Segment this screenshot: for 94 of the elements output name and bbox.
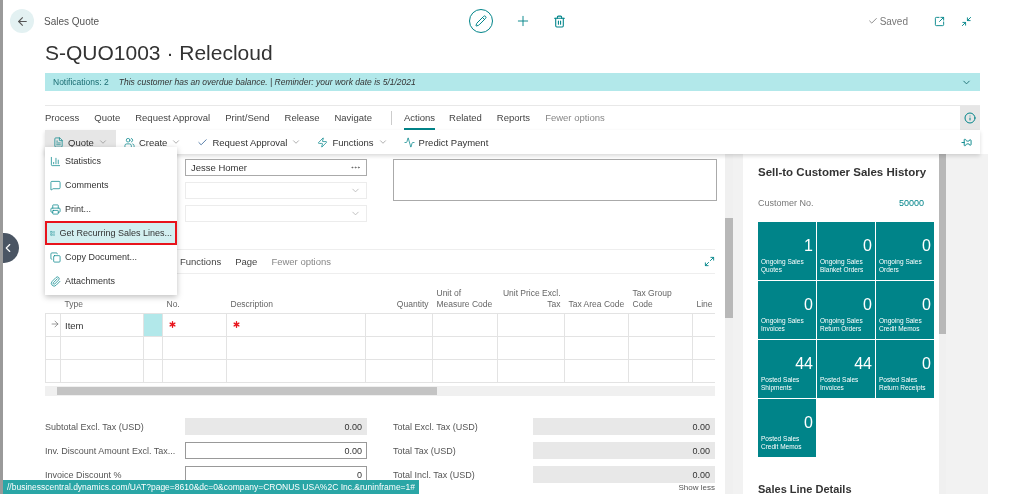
saved-status: Saved [867,15,908,27]
menu-item[interactable]: Print... [45,197,177,221]
customer-no-link[interactable]: 50000 [898,198,924,208]
lines-tab[interactable]: Page [235,256,258,268]
menu-item[interactable]: Comments [45,173,177,197]
document-icon [53,136,64,148]
table-cell [432,314,498,337]
menu-item[interactable]: Attachments [45,269,177,293]
delete-icon[interactable] [552,14,566,28]
action-tab[interactable]: Print/Send [225,106,279,130]
back-button[interactable] [10,9,34,33]
page-title: S-QUO1003 · Relecloud [45,40,274,66]
required-asterisk-icon [231,319,242,330]
input-field[interactable]: Jesse Homer [185,159,367,176]
total-label: Total Excl. Tax (USD) [393,421,479,432]
table-cell [45,360,61,383]
arrow-left-icon [15,14,29,28]
caret-icon [377,137,388,147]
checkmark-icon [197,136,209,148]
total-label: Subtotal Excl. Tax (USD) [45,421,145,432]
action-tab[interactable]: Related [449,106,491,130]
total-label: Total Incl. Tax (USD) [393,469,476,480]
pencil-icon [474,15,487,27]
lines-tab[interactable]: Functions [180,256,222,268]
breadcrumb: Sales Quote [44,15,100,27]
status-url: //businesscentral.dynamics.com/UAT?page=8610&dc=0&company=CRONUS USA%2C Inc.&runinframe=1# [3,480,420,494]
input-field[interactable] [185,182,367,199]
notification-bar[interactable]: Notifications: 2 This customer has an overdue balance. | Reminder: your work date is 5/1/2021 [45,73,980,91]
fewer-options-link[interactable]: Fewer options [545,106,614,130]
section-title: Sales Line Details [758,483,853,494]
caret-icon [291,137,302,147]
total-label: Total Tax (USD) [393,445,457,456]
action-button[interactable]: Predict Payment [395,130,497,154]
caret-icon [171,137,182,147]
action-button[interactable]: Functions [309,130,396,154]
caret-icon [97,137,108,147]
printer-icon [50,203,61,215]
action-tab[interactable]: Quote [94,106,130,130]
column-header[interactable]: Quantity [369,299,429,311]
info-icon [964,112,976,124]
total-value: 0.00 [533,418,715,435]
fewer-options-link[interactable]: Fewer options [271,256,332,268]
column-header[interactable]: Tax Group Code [632,288,689,311]
people-icon [123,136,135,148]
chart-icon [403,136,415,148]
column-header[interactable]: Line [696,299,715,311]
input-field[interactable] [185,205,367,222]
action-tab[interactable]: Navigate [334,106,381,130]
vertical-scrollbar[interactable] [725,154,733,494]
text-area[interactable] [393,159,717,201]
show-less-link[interactable]: Show less [678,483,715,492]
copy-icon [50,251,61,263]
action-button[interactable]: Request Approval [189,130,310,154]
table-cell [628,314,693,337]
action-tab[interactable]: Release [284,106,329,130]
action-tab[interactable]: Reports [496,106,540,130]
action-tab[interactable]: Request Approval [135,106,220,130]
table-cell [497,314,565,337]
total-label: Inv. Discount Amount Excl. Tax... [45,445,177,456]
arrow-right-icon [50,319,60,330]
speech-bubble-icon [50,179,61,191]
input-field[interactable]: 0.00 [185,442,367,459]
column-header[interactable]: Tax Area Code [568,299,625,311]
table-cell [564,314,629,337]
column-header[interactable]: No. [166,299,223,311]
lightning-icon [317,136,329,148]
menu-item[interactable]: Statistics [45,149,177,173]
column-header[interactable]: Type [64,299,140,311]
expand-icon[interactable] [704,256,715,268]
total-value: 0.00 [533,442,715,459]
open-new-window-icon[interactable] [934,15,945,27]
collapse-icon[interactable] [961,15,972,27]
pin-icon[interactable] [961,136,972,148]
menu-item[interactable]: Get Recurring Sales Lines... [45,221,177,245]
chart-icon [50,155,61,167]
checkmark-icon [867,16,878,26]
paperclip-icon [50,275,61,287]
table-cell: Item [60,314,144,337]
edit-button[interactable] [468,9,493,33]
customer-no-label: Customer No. [758,198,814,208]
required-asterisk-icon [167,319,178,330]
total-value: 0.00 [185,418,367,435]
factbox-title: Sell-to Customer Sales History [758,166,928,178]
info-button[interactable] [960,106,980,130]
total-label: Invoice Discount % [45,469,123,480]
horizontal-scrollbar[interactable] [45,386,715,396]
action-tab[interactable]: Process [45,106,89,130]
column-header[interactable]: Description [230,299,362,311]
menu-item[interactable]: Copy Document... [45,245,177,269]
column-header[interactable]: Unit Price Excl. Tax [501,288,561,311]
notification-message: This customer has an overdue balance. | Reminder: your work date is 5/1/2021 [118,77,417,87]
column-header[interactable]: Unit of Measure Code [436,288,494,311]
notification-count[interactable]: Notifications: 2 [53,77,109,87]
total-value: 0.00 [533,466,715,483]
